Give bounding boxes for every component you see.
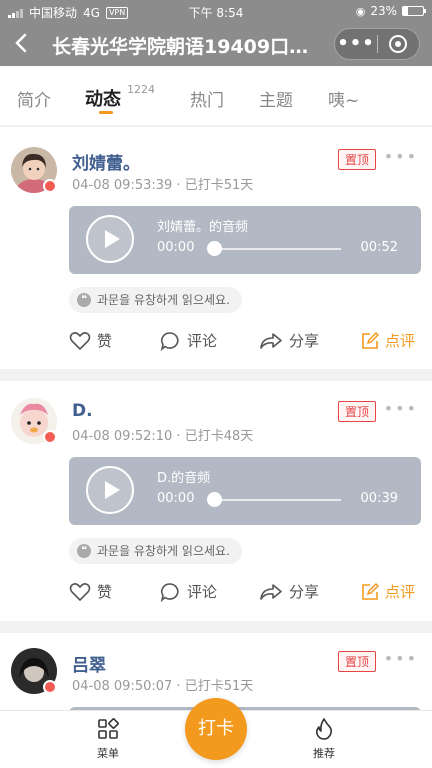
divider (0, 621, 432, 633)
comment-button[interactable]: 评论 (160, 330, 217, 351)
target-icon (389, 35, 408, 53)
task-quote: ❝ 과문을 유창하게 읽으세요. (69, 538, 242, 564)
battery-icon (402, 6, 426, 16)
avatar-badge-icon (43, 680, 57, 694)
heart-icon (69, 331, 91, 350)
user-name[interactable]: 刘婧蕾。 (72, 149, 140, 174)
close-mini-program-button[interactable] (378, 35, 419, 53)
like-button[interactable]: 赞 (69, 581, 112, 602)
edit-icon (362, 331, 379, 349)
active-tab-indicator (99, 111, 113, 114)
tab-other[interactable]: 咦~ (328, 86, 359, 111)
more-options-button[interactable]: ••• (335, 29, 377, 59)
comment-icon (160, 331, 179, 351)
audio-title: D.的音频 (157, 471, 211, 486)
post-meta: 04-08 09:52:10 · 已打卡48天 (72, 429, 254, 444)
pinned-badge: 置顶 (337, 149, 376, 170)
share-icon (260, 583, 282, 600)
more-dots-icon[interactable]: ••• (384, 649, 418, 668)
quote-icon: ❝ (77, 293, 91, 307)
divider (0, 369, 432, 381)
rotation-lock-icon: ◉ (355, 4, 366, 18)
post-card: 刘婧蕾。 04-08 09:53:39 · 已打卡51天 置顶 ••• 刘婧蕾。… (0, 127, 432, 369)
tab-bar: 简介 动态 1224 热门 主题 咦~ (0, 66, 432, 126)
tab-hot[interactable]: 热门 (190, 86, 224, 111)
audio-title: 刘婧蕾。的音频 (157, 220, 249, 235)
audio-progress-track[interactable] (209, 248, 341, 250)
tab-topic[interactable]: 主题 (259, 86, 293, 111)
audio-current-time: 00:00 (157, 240, 195, 255)
recommend-button[interactable]: 推荐 (294, 717, 354, 761)
like-button[interactable]: 赞 (69, 330, 112, 351)
avatar-badge-icon (43, 430, 57, 444)
battery-percent: 23% (370, 4, 397, 18)
audio-duration: 00:52 (360, 240, 398, 255)
review-button[interactable]: 点评 (361, 330, 415, 351)
page-title: 长春光华学院朝语19409口… (52, 36, 309, 58)
share-icon (260, 332, 282, 349)
menu-button[interactable]: 菜单 (78, 717, 138, 761)
flame-icon (315, 718, 333, 740)
menu-grid-icon (98, 718, 119, 739)
audio-player: D.的音频 00:00 00:39 (69, 457, 421, 525)
edit-icon (362, 582, 379, 600)
user-name[interactable]: D. (72, 401, 93, 421)
audio-progress-thumb[interactable] (207, 241, 222, 256)
comment-button[interactable]: 评论 (160, 581, 217, 602)
quote-icon: ❝ (77, 544, 91, 558)
nav-bar: 长春光华学院朝语19409口… ••• (0, 22, 432, 66)
pinned-badge: 置顶 (337, 401, 376, 422)
audio-progress-thumb[interactable] (207, 492, 222, 507)
activity-count: 1224 (127, 83, 155, 96)
avatar-badge-icon (43, 179, 57, 193)
post-meta: 04-08 09:50:07 · 已打卡51天 (72, 679, 254, 694)
comment-icon (160, 582, 179, 602)
pinned-badge: 置顶 (337, 651, 376, 672)
post-card: D. 04-08 09:52:10 · 已打卡48天 置顶 ••• D.的音频 … (0, 381, 432, 621)
more-dots-icon[interactable]: ••• (384, 147, 418, 166)
audio-current-time: 00:00 (157, 491, 195, 506)
share-button[interactable]: 分享 (259, 581, 319, 602)
user-name[interactable]: 吕翠 (72, 651, 106, 676)
audio-duration: 00:39 (360, 491, 398, 506)
back-arrow-icon[interactable] (12, 28, 44, 60)
play-button[interactable] (86, 215, 134, 263)
task-quote: ❝ 과문을 유창하게 읽으세요. (69, 287, 242, 313)
checkin-button[interactable]: 打卡 (185, 698, 247, 760)
tab-intro[interactable]: 简介 (17, 86, 51, 111)
play-button[interactable] (86, 466, 134, 514)
more-dots-icon[interactable]: ••• (384, 399, 418, 418)
post-meta: 04-08 09:53:39 · 已打卡51天 (72, 178, 254, 193)
audio-player: 刘婧蕾。的音频 00:00 00:52 (69, 206, 421, 274)
share-button[interactable]: 分享 (259, 330, 319, 351)
audio-progress-track[interactable] (209, 499, 341, 501)
review-button[interactable]: 点评 (361, 581, 415, 602)
heart-icon (69, 582, 91, 601)
tab-activity[interactable]: 动态 1224 (85, 83, 155, 114)
status-bar: 中国移动 4G VPN 下午 8:54 ◉ 23% (0, 0, 432, 22)
mini-program-capsule: ••• (334, 28, 420, 60)
